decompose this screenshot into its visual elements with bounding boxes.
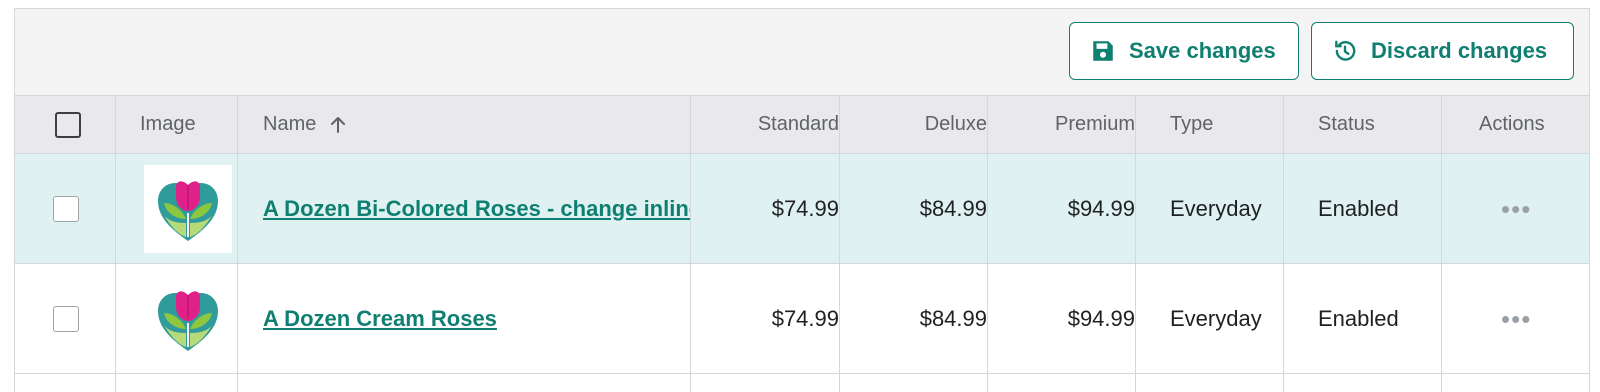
heart-tulip-logo <box>158 180 218 241</box>
column-divider <box>237 96 238 392</box>
column-header-name-label: Name <box>263 113 317 135</box>
column-header-standard-label: Standard <box>757 113 839 135</box>
product-image <box>144 274 232 363</box>
column-header-standard[interactable]: Standard <box>691 96 839 153</box>
column-header-premium[interactable]: Premium <box>987 96 1135 153</box>
save-changes-button[interactable]: Save changes <box>1069 22 1299 80</box>
column-header-deluxe[interactable]: Deluxe <box>839 96 987 153</box>
table-row[interactable]: A Dozen Bi-Colored Roses - change inline… <box>15 154 1589 264</box>
price-deluxe: $84.99 <box>919 195 987 221</box>
table-toolbar: Save changes Discard changes <box>15 9 1589 96</box>
column-divider <box>1135 96 1136 392</box>
table-row-partial <box>15 374 1589 392</box>
price-premium: $94.99 <box>1067 305 1135 331</box>
products-table-panel: Save changes Discard changes Image Name <box>14 8 1590 392</box>
column-divider <box>987 96 988 392</box>
product-type: Everyday <box>1170 195 1262 221</box>
row-actions-menu[interactable]: ••• <box>1501 196 1531 222</box>
column-header-image: Image <box>140 96 196 153</box>
price-premium: $94.99 <box>1067 195 1135 221</box>
price-deluxe: $84.99 <box>919 305 987 331</box>
product-name-link[interactable]: A Dozen Cream Roses <box>263 306 497 332</box>
select-all-checkbox[interactable] <box>55 111 81 138</box>
heart-tulip-logo <box>158 290 218 351</box>
column-header-type-label: Type <box>1170 113 1214 135</box>
row-checkbox[interactable] <box>53 195 79 222</box>
column-header-name[interactable]: Name <box>263 96 348 153</box>
product-status: Enabled <box>1318 305 1399 331</box>
product-name-link[interactable]: A Dozen Bi-Colored Roses - change inline <box>263 196 690 222</box>
column-header-status-label: Status <box>1318 113 1375 135</box>
table-header: Image Name Standard Deluxe Premium Type … <box>15 96 1589 154</box>
column-header-status[interactable]: Status <box>1318 96 1375 153</box>
column-divider <box>839 96 840 392</box>
discard-changes-button[interactable]: Discard changes <box>1311 22 1574 80</box>
column-header-actions-label: Actions <box>1479 113 1545 135</box>
column-divider <box>1283 96 1284 392</box>
history-icon <box>1332 38 1358 64</box>
column-divider <box>115 96 116 392</box>
save-changes-label: Save changes <box>1129 38 1276 63</box>
column-header-deluxe-label: Deluxe <box>924 113 987 135</box>
column-divider <box>690 96 691 392</box>
column-divider <box>1441 96 1442 392</box>
price-standard: $74.99 <box>771 195 839 221</box>
product-image <box>144 164 232 253</box>
row-actions-menu[interactable]: ••• <box>1501 306 1531 332</box>
column-header-type[interactable]: Type <box>1170 96 1213 153</box>
product-type: Everyday <box>1170 305 1262 331</box>
column-header-premium-label: Premium <box>1054 113 1135 135</box>
floppy-disk-icon <box>1090 38 1116 64</box>
row-checkbox[interactable] <box>53 305 79 332</box>
column-header-image-label: Image <box>140 113 196 135</box>
arrow-up-icon <box>328 115 348 135</box>
price-standard: $74.99 <box>771 305 839 331</box>
product-status: Enabled <box>1318 195 1399 221</box>
table-row[interactable]: A Dozen Cream Roses $74.99 $84.99 $94.99… <box>15 264 1589 374</box>
column-header-actions: Actions <box>1479 96 1545 153</box>
discard-changes-label: Discard changes <box>1371 38 1548 63</box>
